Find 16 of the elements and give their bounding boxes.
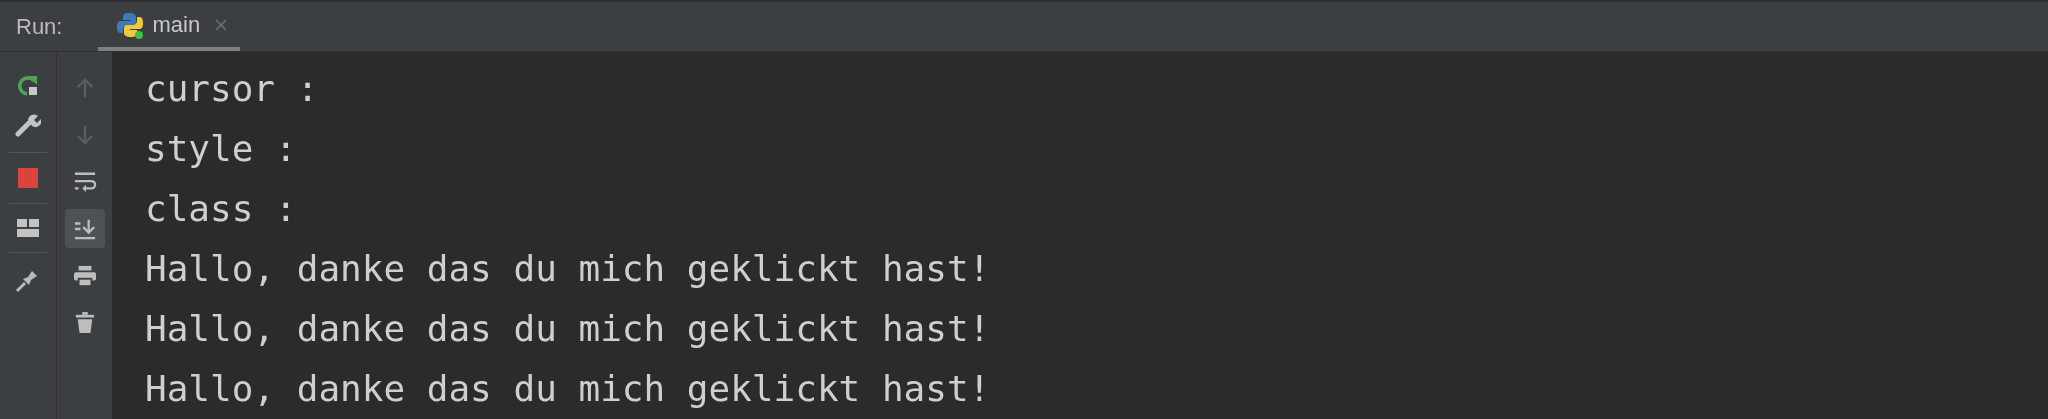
console-output-line: cursor : <box>145 67 320 111</box>
console-output-line: class : <box>145 187 298 231</box>
console-output-line: Hallo, danke das du mich geklickt hast! <box>145 247 992 291</box>
python-icon <box>116 10 145 39</box>
printer-icon <box>72 264 97 287</box>
console-output-line: Hallo, danke das du mich geklickt hast! <box>145 307 992 351</box>
toggle-button[interactable] <box>64 209 105 248</box>
console-output-line: style : <box>145 127 298 171</box>
wrench-icon[interactable] <box>15 112 41 138</box>
trash-icon <box>74 311 95 334</box>
console-output-line: Hallo, danke das du mich geklickt hast! <box>145 367 992 411</box>
scroll-to-end-icon <box>72 217 97 240</box>
layout-icon[interactable] <box>16 218 40 238</box>
panel-title: Run: <box>16 13 63 40</box>
stop-icon[interactable] <box>17 167 39 189</box>
soft-wrap-icon <box>72 170 97 193</box>
